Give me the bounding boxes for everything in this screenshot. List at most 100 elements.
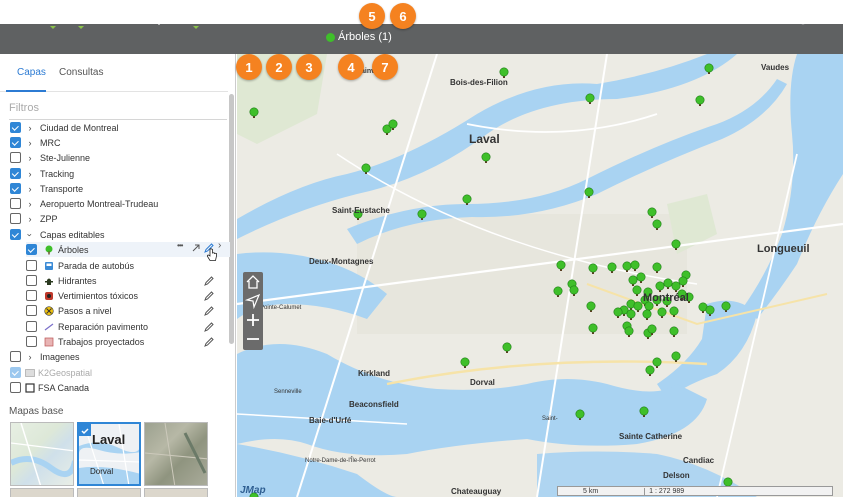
chevron-right-icon[interactable]: › [25, 199, 35, 209]
layers-panel: Capas Consultas Filtros › Ciudad de Montr… [0, 54, 236, 497]
layer-checkbox[interactable] [10, 367, 21, 378]
layer-row[interactable]: Trabajos proyectados [26, 334, 144, 349]
layer-row[interactable]: Vertimientos tóxicos [26, 288, 138, 303]
layer-row[interactable]: Hidrantes [26, 273, 97, 288]
layer-checkbox[interactable] [26, 275, 37, 286]
filter-input[interactable]: Filtros [9, 96, 227, 120]
layer-row[interactable]: › Ciudad de Montreal [10, 120, 119, 135]
fullscreen-icon[interactable] [758, 3, 782, 27]
pencil-icon[interactable] [243, 3, 267, 27]
layer-row[interactable]: Parada de autobús [26, 258, 134, 273]
menu-icon[interactable] [3, 3, 27, 27]
chevron-right-icon[interactable]: › [218, 240, 221, 251]
layer-checkbox[interactable] [10, 198, 21, 209]
zoom-to-layer-icon[interactable] [191, 243, 201, 253]
layer-row[interactable]: Reparación pavimento [26, 319, 148, 334]
layer-row[interactable]: › ZPP [10, 211, 58, 226]
layer-row[interactable]: › Imagenes [10, 349, 80, 364]
layer-row[interactable]: › Ste-Julienne [10, 150, 90, 165]
zoom-out-icon[interactable] [245, 331, 261, 347]
panel-tabs: Capas Consultas [0, 54, 228, 92]
layer-row[interactable]: › MRC [10, 135, 61, 150]
layer-checkbox[interactable] [10, 382, 21, 393]
layer-checkbox[interactable] [26, 321, 37, 332]
edit-pencil-icon[interactable] [204, 337, 214, 347]
tab-capas[interactable]: Capas [17, 67, 46, 78]
home-icon[interactable] [245, 274, 261, 290]
edit-pencil-icon[interactable] [204, 322, 214, 332]
app-window: Árboles (1) Capas Consultas Filtros › Ciu… [0, 0, 843, 497]
map-view[interactable]: Bois-des-Filion Vaudes Laval Saint-Eusta… [237, 54, 843, 497]
locate-icon[interactable] [89, 3, 113, 27]
layer-row[interactable]: Pasos a nivel [26, 303, 112, 318]
edit-pencil-icon[interactable] [204, 276, 214, 286]
place-label: Deux-Montagnes [309, 257, 374, 266]
layer-checkbox[interactable] [10, 351, 21, 362]
basemap-thumb[interactable] [77, 488, 141, 497]
basemap-thumb-selected[interactable]: Laval Dorval [77, 422, 141, 486]
layer-checkbox[interactable] [10, 137, 21, 148]
edit-pencil-icon[interactable] [204, 306, 214, 316]
anchor-icon[interactable] [118, 3, 142, 27]
print-icon[interactable] [203, 3, 227, 27]
layer-row[interactable]: › Transporte [10, 181, 83, 196]
layer-checkbox[interactable] [26, 260, 37, 271]
callout-badge: 1 [236, 54, 262, 80]
basemap-thumb-satellite[interactable] [144, 422, 208, 486]
layer-checkbox[interactable] [10, 213, 21, 224]
share-icon[interactable] [786, 3, 810, 27]
layer-checkbox[interactable] [26, 305, 37, 316]
place-label: Vaudes [761, 63, 790, 72]
basemap-thumb[interactable] [144, 488, 208, 497]
basemap-thumb-light[interactable] [10, 422, 74, 486]
chevron-right-icon[interactable]: › [25, 153, 35, 163]
ruler-icon[interactable] [60, 3, 84, 29]
edit-layer-title: Árboles (1) [326, 31, 392, 43]
layer-row[interactable]: › Aeropuerto Montreal-Trudeau [10, 196, 158, 211]
layer-row[interactable]: K2Geospatial [10, 365, 92, 380]
layer-row[interactable]: FSA Canada [10, 380, 89, 395]
add-line-icon[interactable] [301, 3, 325, 27]
layer-checkbox[interactable] [26, 336, 37, 347]
main-toolbar [0, 24, 843, 54]
pin-icon[interactable] [147, 3, 171, 27]
place-label: Montréal [643, 292, 689, 304]
callout-badge: 2 [266, 54, 292, 80]
zoom-in-icon[interactable] [245, 312, 261, 328]
callout-badge: 6 [390, 3, 416, 29]
chevron-down-icon[interactable]: › [25, 230, 35, 240]
navigate-icon[interactable] [245, 293, 261, 309]
layer-row[interactable]: › Tracking [10, 166, 74, 181]
layer-checkbox[interactable] [10, 152, 21, 163]
edit-pencil-icon[interactable] [204, 291, 214, 301]
add-point-icon[interactable] [272, 3, 296, 27]
chevron-right-icon[interactable]: › [25, 138, 35, 148]
user-icon[interactable] [815, 3, 839, 27]
callout-badge: 3 [296, 54, 322, 80]
line-icon [44, 322, 54, 332]
chevron-right-icon[interactable]: › [25, 184, 35, 194]
chevron-right-icon[interactable]: › [25, 352, 35, 362]
measure-arrow-icon[interactable] [32, 3, 56, 29]
layer-row[interactable]: › Capas editables [10, 227, 105, 242]
layer-checkbox[interactable] [10, 183, 21, 194]
bus-stop-icon [44, 261, 54, 271]
text-icon[interactable] [175, 3, 199, 29]
layer-checkbox[interactable] [26, 244, 37, 255]
layer-checkbox[interactable] [26, 290, 37, 301]
layer-checkbox[interactable] [10, 122, 21, 133]
tab-consultas[interactable]: Consultas [59, 67, 103, 78]
chevron-right-icon[interactable]: › [25, 169, 35, 179]
window-icon[interactable] [729, 3, 753, 27]
more-options-icon[interactable]: ••• [177, 241, 183, 250]
basemaps-title: Mapas base [9, 406, 64, 417]
callout-badge: 4 [338, 54, 364, 80]
basemap-thumb[interactable] [10, 488, 74, 497]
layer-checkbox[interactable] [10, 229, 21, 240]
place-label: Candiac [683, 456, 715, 465]
layer-checkbox[interactable] [10, 168, 21, 179]
chevron-right-icon[interactable]: › [25, 123, 35, 133]
sidebar-scrollbar[interactable] [229, 94, 234, 344]
toxic-icon [44, 291, 54, 301]
chevron-right-icon[interactable]: › [25, 214, 35, 224]
